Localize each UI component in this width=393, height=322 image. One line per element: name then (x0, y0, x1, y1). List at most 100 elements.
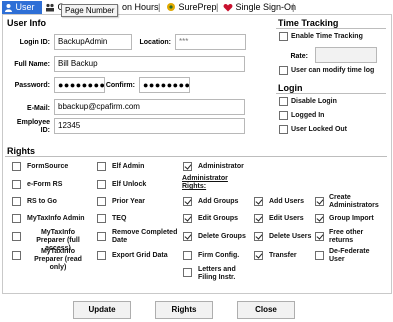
tab-separator: | (292, 2, 295, 12)
password-label: Password: (14, 82, 50, 89)
enable-time-tracking-checkbox[interactable] (279, 32, 288, 41)
login-divider (276, 93, 386, 94)
login-id-input[interactable]: BackupAdmin (54, 34, 132, 50)
edit-groups-checkbox[interactable] (183, 214, 192, 223)
tab-bar: User G on Hours | SurePrep | Single Sign… (0, 0, 393, 14)
rate-input[interactable] (315, 47, 377, 63)
tab-hours-label: on Hours (122, 2, 159, 12)
rights-title: Rights (7, 146, 35, 156)
group-import-label: Group Import (329, 215, 374, 222)
mytaxinfo-admin-label: MyTaxInfo Admin (27, 215, 85, 222)
teq-label: TEQ (112, 215, 127, 222)
tab-separator: | (216, 2, 219, 12)
full-name-input[interactable]: Bill Backup (54, 56, 245, 72)
employee-id-input[interactable]: 12345 (54, 118, 245, 134)
remove-completed-date-checkbox[interactable] (97, 232, 106, 241)
transfer-checkbox[interactable] (254, 251, 263, 260)
tab-sureprep-label: SurePrep (178, 2, 217, 12)
time-tracking-divider (276, 28, 386, 29)
tab-user[interactable]: User (2, 1, 42, 14)
prior-year-checkbox[interactable] (97, 197, 106, 206)
create-administrators-checkbox[interactable] (315, 197, 324, 206)
email-input[interactable]: bbackup@cpafirm.com (54, 99, 245, 115)
edit-groups-label: Edit Groups (198, 215, 239, 222)
rights-divider (5, 156, 387, 157)
tab-single-sign-on-label: Single Sign-On (235, 2, 297, 12)
full-name-label: Full Name: (14, 61, 50, 68)
login-id-label: Login ID: (19, 39, 50, 46)
modify-time-log-checkbox[interactable] (279, 66, 288, 75)
remove-completed-date-label: Remove Completed Date (112, 229, 178, 244)
teq-checkbox[interactable] (97, 214, 106, 223)
free-other-returns-label: Free other returns (329, 229, 364, 244)
user-info-title: User Info (7, 18, 47, 28)
letters-filing-instr-checkbox[interactable] (183, 268, 192, 277)
mytaxinfo-admin-checkbox[interactable] (12, 214, 21, 223)
disable-login-label: Disable Login (291, 98, 337, 105)
de-federate-user-checkbox[interactable] (315, 251, 324, 260)
transfer-label: Transfer (269, 252, 297, 259)
time-tracking-title: Time Tracking (278, 18, 339, 28)
export-grid-data-checkbox[interactable] (97, 251, 106, 260)
disable-login-checkbox[interactable] (279, 97, 288, 106)
de-federate-user-label: De-Federate User (329, 248, 370, 263)
mytaxinfo-preparer-read-label: MyTaxInfo Preparer (read only) (34, 248, 82, 271)
tab-user-label: User (15, 2, 35, 12)
confirm-password-input[interactable]: ●●●●●●●● (139, 77, 190, 93)
elf-unlock-checkbox[interactable] (97, 180, 106, 189)
rights-button[interactable]: Rights (155, 301, 213, 319)
prior-year-label: Prior Year (112, 198, 145, 205)
logged-in-label: Logged In (291, 112, 325, 119)
location-label: Location: (139, 39, 172, 46)
administrator-checkbox[interactable] (183, 162, 192, 171)
create-administrators-label: Create Administrators (329, 194, 379, 209)
tab-separator: | (158, 2, 161, 12)
location-input[interactable]: *** (175, 34, 246, 50)
elf-admin-label: Elf Admin (112, 163, 145, 170)
password-input[interactable]: ●●●●●●●● (54, 77, 105, 93)
delete-users-label: Delete Users (269, 233, 312, 240)
administrator-label: Administrator (198, 163, 244, 170)
free-other-returns-checkbox[interactable] (315, 232, 324, 241)
tab-single-sign-on[interactable]: Single Sign-On (223, 1, 296, 14)
edit-users-checkbox[interactable] (254, 214, 263, 223)
add-users-label: Add Users (269, 198, 305, 205)
update-button[interactable]: Update (73, 301, 131, 319)
login-title: Login (278, 83, 303, 93)
group-import-checkbox[interactable] (315, 214, 324, 223)
enable-time-tracking-label: Enable Time Tracking (291, 33, 363, 40)
edit-users-label: Edit Users (269, 215, 304, 222)
letters-filing-instr-label: Letters and Filing Instr. (198, 266, 236, 281)
tab-sureprep[interactable]: SurePrep (166, 1, 217, 14)
firm-config-checkbox[interactable] (183, 251, 192, 260)
user-locked-out-checkbox[interactable] (279, 125, 288, 134)
delete-groups-checkbox[interactable] (183, 232, 192, 241)
user-locked-out-label: User Locked Out (291, 126, 348, 133)
email-label: E-Mail: (27, 105, 50, 112)
eform-rs-label: e-Form RS (27, 181, 63, 188)
tab-hours[interactable]: on Hours (122, 1, 159, 14)
modify-time-log-label: User can modify time log (291, 67, 375, 74)
elf-admin-checkbox[interactable] (97, 162, 106, 171)
delete-users-checkbox[interactable] (254, 232, 263, 241)
export-grid-data-label: Export Grid Data (112, 252, 168, 259)
mytaxinfo-preparer-read-checkbox[interactable] (12, 251, 21, 260)
add-groups-label: Add Groups (198, 198, 239, 205)
eform-rs-checkbox[interactable] (12, 180, 21, 189)
elf-unlock-label: Elf Unlock (112, 181, 147, 188)
formsource-label: FormSource (27, 163, 69, 170)
formsource-checkbox[interactable] (12, 162, 21, 171)
page-number-tooltip: Page Number (61, 4, 119, 17)
mytaxinfo-preparer-full-checkbox[interactable] (12, 232, 21, 241)
delete-groups-label: Delete Groups (198, 233, 246, 240)
firm-config-label: Firm Config. (198, 252, 240, 259)
confirm-label: Confirm: (105, 82, 135, 89)
rs-to-go-checkbox[interactable] (12, 197, 21, 206)
close-button[interactable]: Close (237, 301, 295, 319)
add-users-checkbox[interactable] (254, 197, 263, 206)
rate-label: Rate: (290, 53, 308, 60)
admin-rights-label: Administrator Rights: (182, 175, 228, 190)
logged-in-checkbox[interactable] (279, 111, 288, 120)
employee-id-label: Employee ID: (16, 119, 50, 134)
add-groups-checkbox[interactable] (183, 197, 192, 206)
